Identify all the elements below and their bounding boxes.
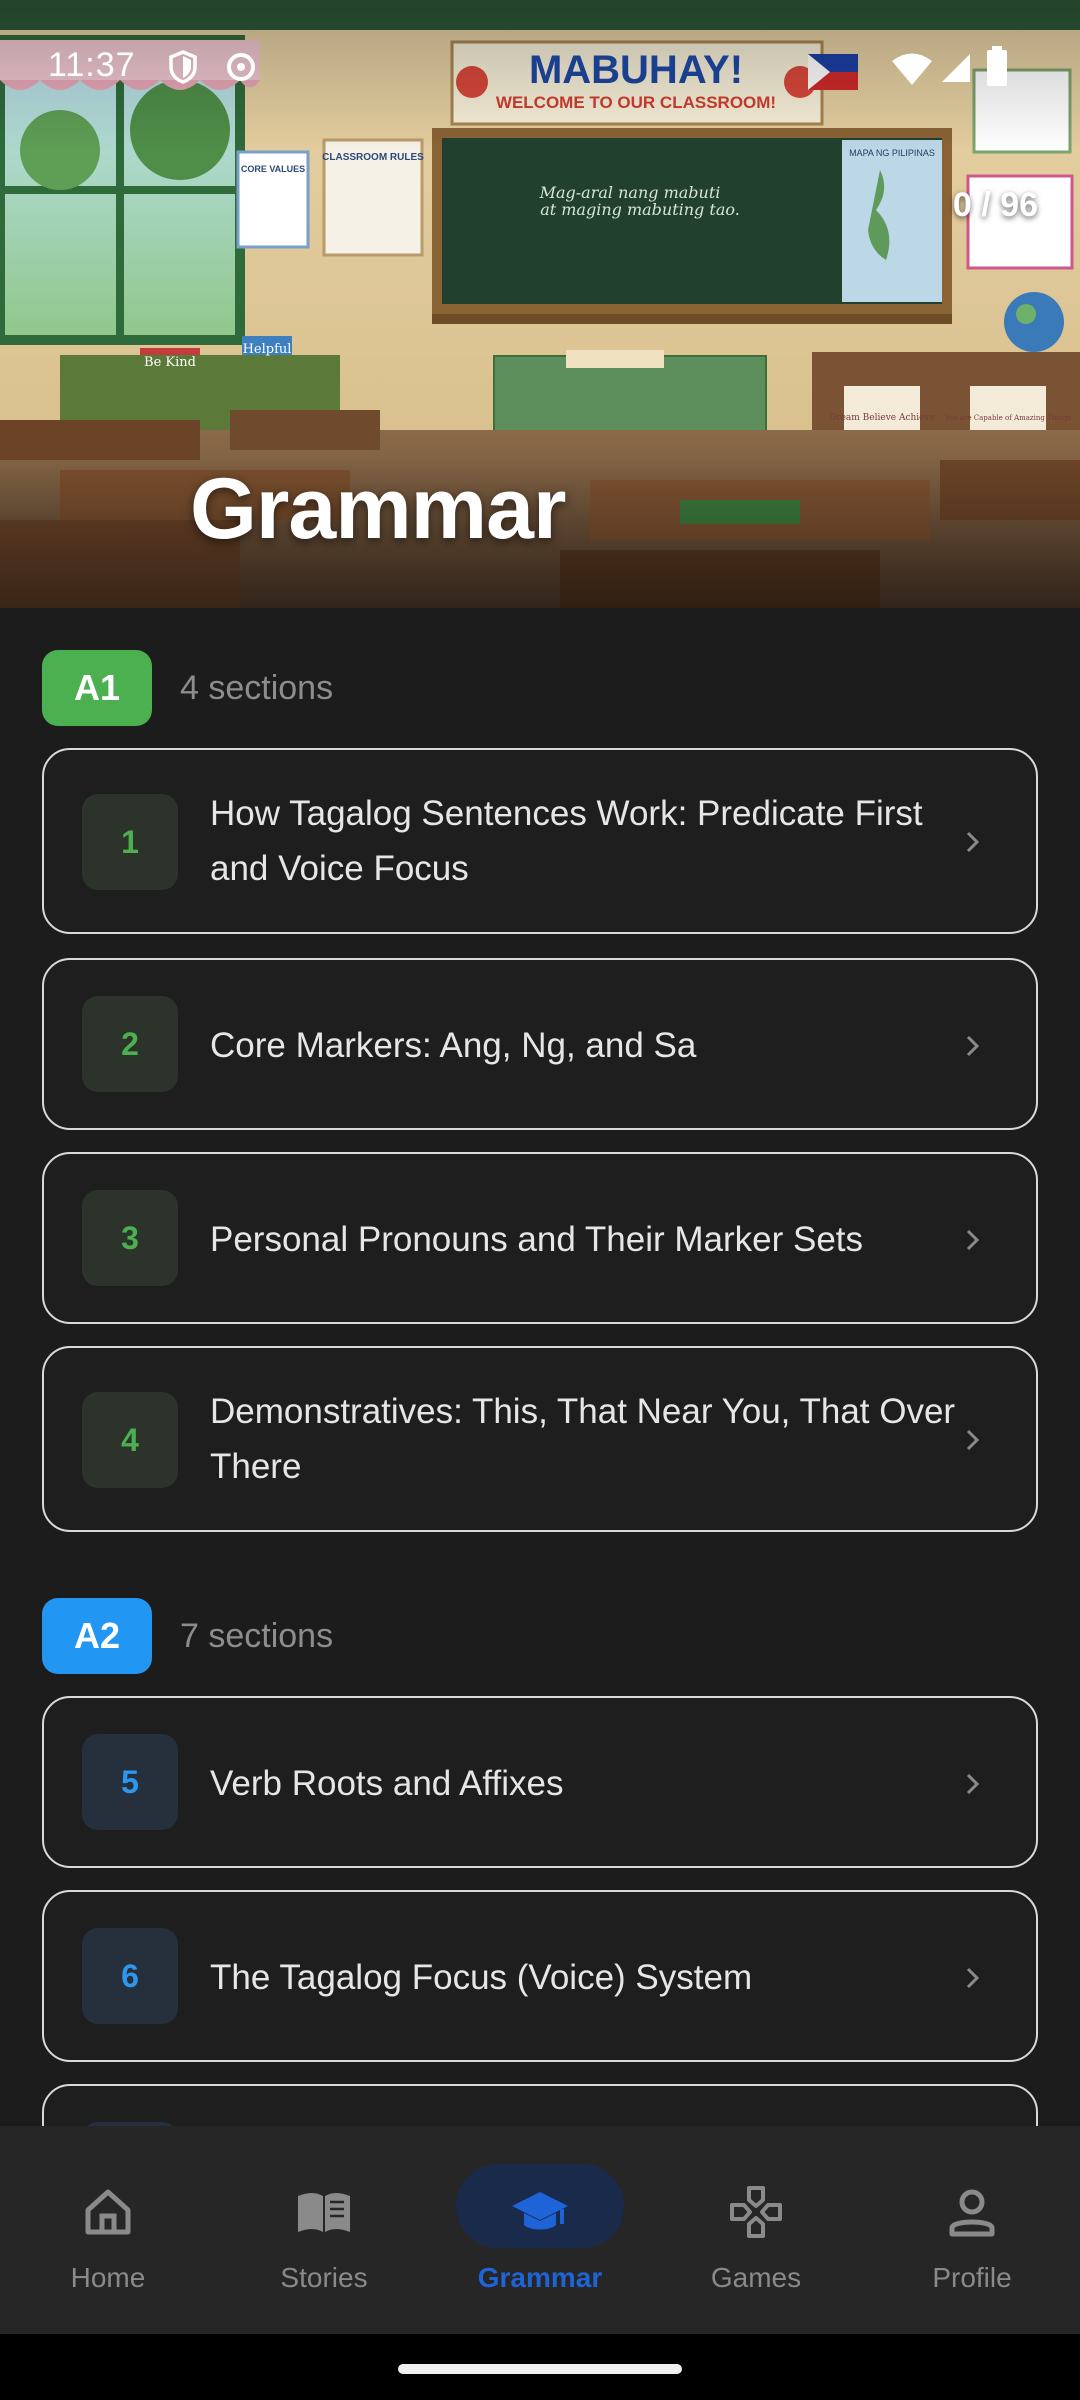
battery-icon (987, 46, 1007, 86)
section-number: 2 (82, 996, 178, 1092)
nav-label: Profile (932, 2262, 1012, 2293)
sync-circle-icon (227, 53, 255, 81)
wifi-icon (892, 53, 932, 85)
chevron-right-icon (966, 1967, 980, 1989)
bottom-navigation: Home Stories Grammar Games Profile (0, 2126, 1080, 2334)
chevron-right-icon (966, 831, 980, 853)
status-bar: 11:37 (0, 0, 1080, 136)
values-poster-title: CORE VALUES (241, 164, 305, 174)
level-badge: A2 (42, 1598, 152, 1674)
section-number: 5 (82, 1734, 178, 1830)
status-time: 11:37 (48, 46, 136, 84)
home-gesture-handle[interactable] (398, 2364, 682, 2374)
section-card-4[interactable]: 4 Demonstratives: This, That Near You, T… (42, 1346, 1038, 1532)
system-gesture-bar (0, 2334, 1080, 2400)
section-title: The Tagalog Focus (Voice) System (210, 1958, 753, 1997)
nav-games[interactable]: Games (648, 2126, 864, 2334)
level-header-a1: A1 4 sections (42, 650, 333, 726)
gamepad-icon (730, 2186, 782, 2238)
shield-icon (169, 50, 197, 84)
section-title: How Tagalog Sentences Work: Predicate Fi… (210, 794, 923, 888)
map-title: MAPA NG PILIPINAS (849, 148, 935, 158)
home-icon (85, 2189, 131, 2235)
hero-header: MABUHAY! WELCOME TO OUR CLASSROOM! Mag-a… (0, 0, 1080, 608)
section-card-1[interactable]: 1 How Tagalog Sentences Work: Predicate … (42, 748, 1038, 934)
chalkboard-text-line2: at maging mabuting tao. (540, 200, 740, 219)
nav-label: Stories (280, 2262, 368, 2293)
sign-helpful: Helpful (243, 342, 292, 357)
nav-label: Grammar (477, 2262, 603, 2293)
rules-poster-title: CLASSROOM RULES (322, 152, 424, 163)
progress-counter: 0 / 96 (952, 186, 1038, 224)
nav-label: Home (70, 2262, 146, 2293)
cell-signal-icon (942, 54, 970, 82)
section-title: Verb Roots and Affixes (210, 1764, 564, 1803)
nav-label: Games (710, 2262, 802, 2293)
person-icon (949, 2189, 995, 2237)
sign-be-kind: Be Kind (144, 355, 196, 370)
nav-grammar[interactable]: Grammar (432, 2126, 648, 2334)
section-number: 6 (82, 1928, 178, 2024)
poster-dream: Dream Believe Achieve (829, 413, 935, 423)
level-badge: A1 (42, 650, 152, 726)
nav-stories[interactable]: Stories (216, 2126, 432, 2334)
book-icon (298, 2193, 350, 2232)
chevron-right-icon (966, 1429, 980, 1451)
graduation-cap-icon (512, 2192, 568, 2230)
nav-home[interactable]: Home (0, 2126, 216, 2334)
section-number: 4 (82, 1392, 178, 1488)
section-title: Demonstratives: This, That Near You, Tha… (210, 1392, 956, 1486)
poster-capable: You are Capable of Amazing Things (944, 414, 1072, 422)
section-list[interactable]: A1 4 sections 1 How Tagalog Sentences Wo… (0, 608, 1080, 2126)
nav-profile[interactable]: Profile (864, 2126, 1080, 2334)
section-card-2[interactable]: 2 Core Markers: Ang, Ng, and Sa (42, 958, 1038, 1130)
section-card-7[interactable]: 7 (42, 2084, 1038, 2126)
section-title: Personal Pronouns and Their Marker Sets (210, 1220, 864, 1259)
page-title: Grammar (190, 461, 566, 557)
section-card-5[interactable]: 5 Verb Roots and Affixes (42, 1696, 1038, 1868)
section-title: Core Markers: Ang, Ng, and Sa (210, 1026, 697, 1065)
section-card-6[interactable]: 6 The Tagalog Focus (Voice) System (42, 1890, 1038, 2062)
level-section-count: 7 sections (180, 1616, 334, 1655)
level-section-count: 4 sections (180, 668, 334, 707)
section-number: 1 (82, 794, 178, 890)
section-card-3[interactable]: 3 Personal Pronouns and Their Marker Set… (42, 1152, 1038, 1324)
chevron-right-icon (966, 1035, 980, 1057)
chevron-right-icon (966, 1229, 980, 1251)
chevron-right-icon (966, 1773, 980, 1795)
level-header-a2: A2 7 sections (42, 1598, 333, 1674)
section-number: 3 (82, 1190, 178, 1286)
